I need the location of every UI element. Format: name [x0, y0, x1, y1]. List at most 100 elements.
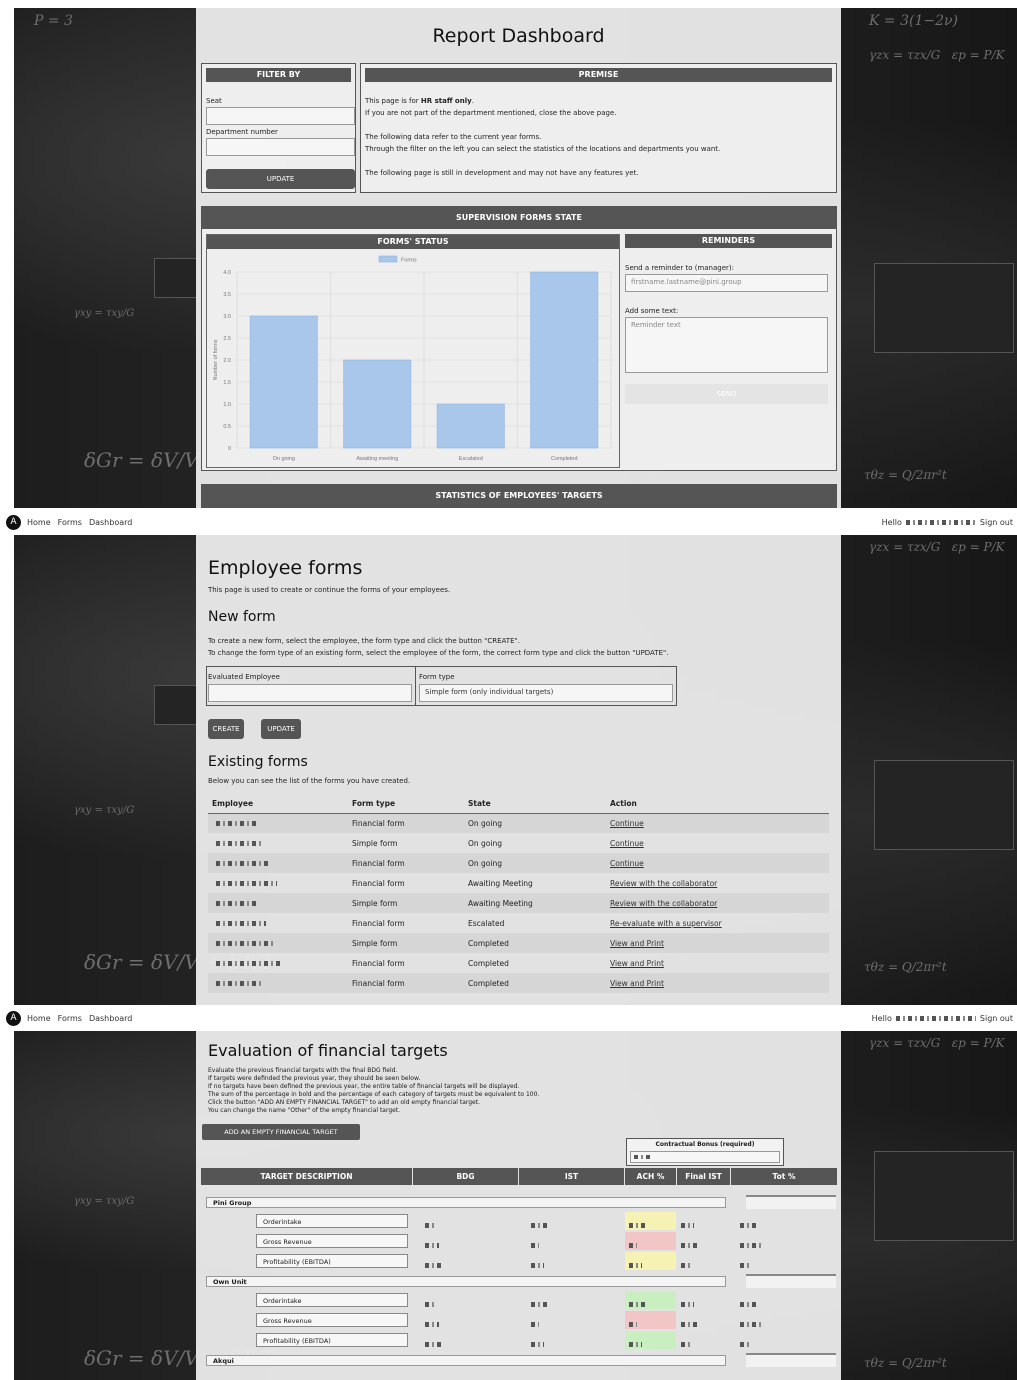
app-logo-icon[interactable]: A — [6, 1010, 21, 1026]
tot-cell[interactable] — [736, 1291, 781, 1309]
value-redacted — [681, 1342, 690, 1347]
target-description[interactable]: Profitability (EBITDA) — [256, 1333, 408, 1347]
form-type-cell: Financial form — [352, 878, 405, 888]
forms-table: Employee Form type State Action Financia… — [208, 795, 829, 993]
state-cell: On going — [464, 813, 606, 833]
update-button[interactable]: UPDATE — [206, 169, 355, 189]
action-link[interactable]: View and Print — [610, 939, 664, 948]
action-link[interactable]: Continue — [610, 819, 644, 828]
final-ist-cell[interactable] — [677, 1311, 730, 1329]
department-input[interactable] — [206, 138, 355, 156]
nav-forms[interactable]: Forms — [58, 1014, 82, 1023]
bdg-cell[interactable] — [421, 1232, 516, 1250]
y-tick-label: 4.0 — [223, 270, 231, 276]
action-cell: View and Print — [606, 933, 829, 953]
action-link[interactable]: Continue — [610, 839, 644, 848]
nav-forms[interactable]: Forms — [58, 518, 82, 527]
value-redacted — [740, 1302, 756, 1307]
send-button[interactable]: SEND — [625, 384, 828, 404]
table-row: Financial form Awaiting Meeting Review wit… — [208, 873, 829, 893]
value-redacted — [531, 1223, 548, 1228]
update-form-button[interactable]: UPDATE — [261, 719, 301, 739]
action-cell: Review with the collaborator — [606, 893, 829, 913]
username-redacted — [905, 519, 976, 525]
reminder-textarea[interactable]: Reminder text — [625, 317, 828, 373]
value-redacted — [740, 1263, 752, 1268]
value-redacted — [629, 1223, 646, 1228]
forms-status-box: FORMS' STATUS 0 0.5 1.0 1.5 2.0 2.5 3.0 3.5 4.0 O… — [206, 234, 620, 468]
employee-cell — [208, 853, 348, 873]
target-description[interactable]: Orderintake — [256, 1214, 408, 1228]
y-tick-label: 0.5 — [223, 424, 231, 430]
target-description[interactable]: Gross Revenue — [256, 1313, 408, 1327]
tot-cell[interactable] — [736, 1252, 781, 1270]
action-link[interactable]: View and Print — [610, 979, 664, 988]
value-redacted — [740, 1342, 752, 1347]
action-link[interactable]: Re-evaluate with a supervisor — [610, 919, 722, 928]
value-redacted — [531, 1263, 544, 1268]
premise-bold: HR staff only — [420, 97, 472, 105]
bdg-cell[interactable] — [421, 1331, 516, 1349]
ist-cell[interactable] — [527, 1331, 622, 1349]
ist-cell[interactable] — [527, 1291, 622, 1309]
target-group-label: Own Unit — [206, 1276, 726, 1287]
evaluated-employee-label: Evaluated Employee — [208, 673, 280, 681]
action-link[interactable]: Review with the collaborator — [610, 879, 717, 888]
action-link[interactable]: Review with the collaborator — [610, 899, 717, 908]
employee-cell — [208, 933, 348, 953]
nav-dashboard[interactable]: Dashboard — [89, 1014, 132, 1023]
signout-link[interactable]: Sign out — [980, 518, 1013, 527]
fin-col-header: Final IST — [677, 1168, 730, 1185]
signout-link[interactable]: Sign out — [980, 1014, 1013, 1023]
ist-cell[interactable] — [527, 1252, 622, 1270]
ist-cell[interactable] — [527, 1212, 622, 1230]
instruction-line: You can change the name "Other" of the e… — [208, 1107, 401, 1114]
state-cell: Awaiting Meeting — [464, 893, 606, 913]
bonus-input[interactable] — [630, 1151, 780, 1163]
action-link[interactable]: View and Print — [610, 959, 664, 968]
value-redacted — [681, 1263, 690, 1268]
final-ist-cell[interactable] — [677, 1331, 730, 1349]
employee-forms-title: Employee forms — [208, 557, 363, 579]
value-redacted — [629, 1302, 646, 1307]
tot-cell[interactable] — [736, 1311, 781, 1329]
nav-home[interactable]: Home — [27, 518, 51, 527]
action-link[interactable]: Continue — [610, 859, 644, 868]
bdg-cell[interactable] — [421, 1311, 516, 1329]
manager-email-input[interactable]: firstname.lastname@pini.group — [625, 274, 828, 292]
premise-line-5: The following page is still in developme… — [365, 169, 639, 177]
bdg-cell[interactable] — [421, 1212, 516, 1230]
nav-dashboard[interactable]: Dashboard — [89, 518, 132, 527]
state-cell: On going — [464, 853, 606, 873]
app-logo-icon[interactable]: A — [6, 514, 21, 530]
y-tick-label: 2.0 — [223, 358, 231, 364]
seat-input[interactable] — [206, 107, 355, 125]
tot-cell[interactable] — [736, 1331, 781, 1349]
create-button[interactable]: CREATE — [208, 719, 244, 739]
form-type-select[interactable]: Simple form (only individual targets) — [419, 684, 673, 702]
tot-cell[interactable] — [736, 1212, 781, 1230]
target-description[interactable]: Orderintake — [256, 1293, 408, 1307]
final-ist-cell[interactable] — [677, 1252, 730, 1270]
tot-cell[interactable] — [736, 1232, 781, 1250]
target-description[interactable]: Gross Revenue — [256, 1234, 408, 1248]
final-ist-cell[interactable] — [677, 1232, 730, 1250]
bdg-cell[interactable] — [421, 1291, 516, 1309]
final-ist-cell[interactable] — [677, 1212, 730, 1230]
fin-col-header: IST — [519, 1168, 624, 1185]
target-description[interactable]: Profitability (EBITDA) — [256, 1254, 408, 1268]
statistics-header: STATISTICS OF EMPLOYEES' TARGETS — [201, 484, 837, 508]
x-tick-label: Awaiting meeting — [356, 456, 398, 462]
final-ist-cell[interactable] — [677, 1291, 730, 1309]
username-redacted — [895, 1015, 976, 1021]
add-empty-target-button[interactable]: ADD AN EMPTY FINANCIAL TARGET — [202, 1124, 360, 1140]
ist-cell[interactable] — [527, 1232, 622, 1250]
employee-name-redacted — [216, 921, 266, 926]
bdg-cell[interactable] — [421, 1252, 516, 1270]
value-redacted — [425, 1243, 439, 1248]
ist-cell[interactable] — [527, 1311, 622, 1329]
instruction-line: If no targets have been defined the prev… — [208, 1083, 520, 1090]
nav-home[interactable]: Home — [27, 1014, 51, 1023]
evaluated-employee-input[interactable] — [208, 684, 412, 702]
value-redacted — [740, 1322, 761, 1327]
